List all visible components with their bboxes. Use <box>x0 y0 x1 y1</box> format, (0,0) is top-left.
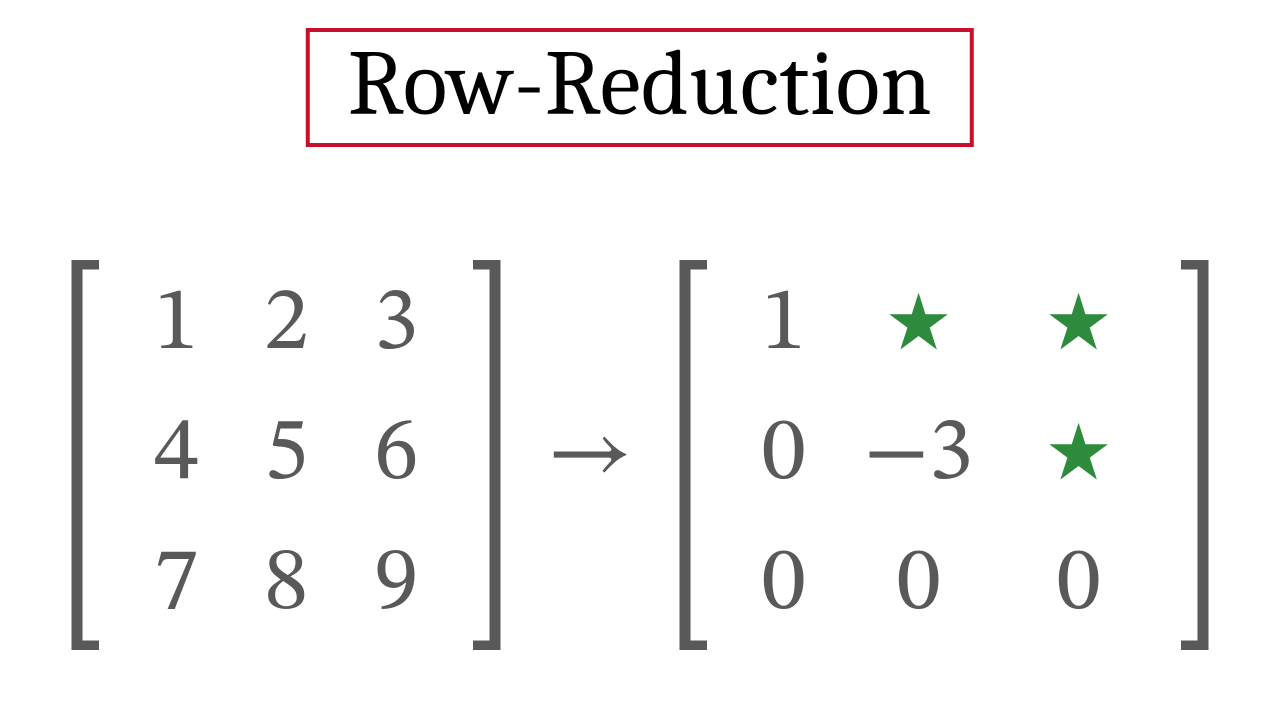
title-box: Row-Reduction <box>306 28 974 147</box>
stage: Row-Reduction 1 2 3 4 5 6 7 <box>0 0 1280 720</box>
right-bracket-open-icon <box>677 260 711 650</box>
matrix-right: 1 ⋆ ⋆ 0 −3 ⋆ 0 0 0 <box>677 260 1211 650</box>
star-icon: ⋆ <box>839 280 999 370</box>
table-row: 0 −3 ⋆ <box>729 410 1159 500</box>
left-bracket-close-icon <box>469 260 503 650</box>
matrix-cell: 0 <box>839 540 999 630</box>
left-bracket-open-icon <box>69 260 103 650</box>
table-row: 7 8 9 <box>121 540 451 630</box>
matrix-right-table: 1 ⋆ ⋆ 0 −3 ⋆ 0 0 0 <box>711 260 1177 650</box>
table-row: 0 0 0 <box>729 540 1159 630</box>
table-row: 1 ⋆ ⋆ <box>729 280 1159 370</box>
star-icon: ⋆ <box>999 410 1159 500</box>
matrix-cell: 6 <box>341 410 451 500</box>
right-bracket-close-icon <box>1177 260 1211 650</box>
matrix-cell: 5 <box>231 410 341 500</box>
title-text: Row-Reduction <box>348 31 932 137</box>
matrix-cell: 3 <box>341 280 451 370</box>
matrix-left: 1 2 3 4 5 6 7 8 9 <box>69 260 503 650</box>
matrix-cell: 0 <box>729 540 839 630</box>
matrix-cell: 1 <box>121 280 231 370</box>
matrix-cell: 9 <box>341 540 451 630</box>
matrix-cell: 8 <box>231 540 341 630</box>
matrix-cell: 0 <box>999 540 1159 630</box>
equation: 1 2 3 4 5 6 7 8 9 → <box>0 220 1280 690</box>
arrow-icon: → <box>547 399 632 512</box>
star-icon: ⋆ <box>999 280 1159 370</box>
table-row: 4 5 6 <box>121 410 451 500</box>
matrix-cell: 0 <box>729 410 839 500</box>
matrix-cell: −3 <box>839 410 999 500</box>
matrix-cell: 2 <box>231 280 341 370</box>
matrix-cell: 7 <box>121 540 231 630</box>
table-row: 1 2 3 <box>121 280 451 370</box>
matrix-left-table: 1 2 3 4 5 6 7 8 9 <box>103 260 469 650</box>
matrix-cell: 4 <box>121 410 231 500</box>
matrix-cell: 1 <box>729 280 839 370</box>
